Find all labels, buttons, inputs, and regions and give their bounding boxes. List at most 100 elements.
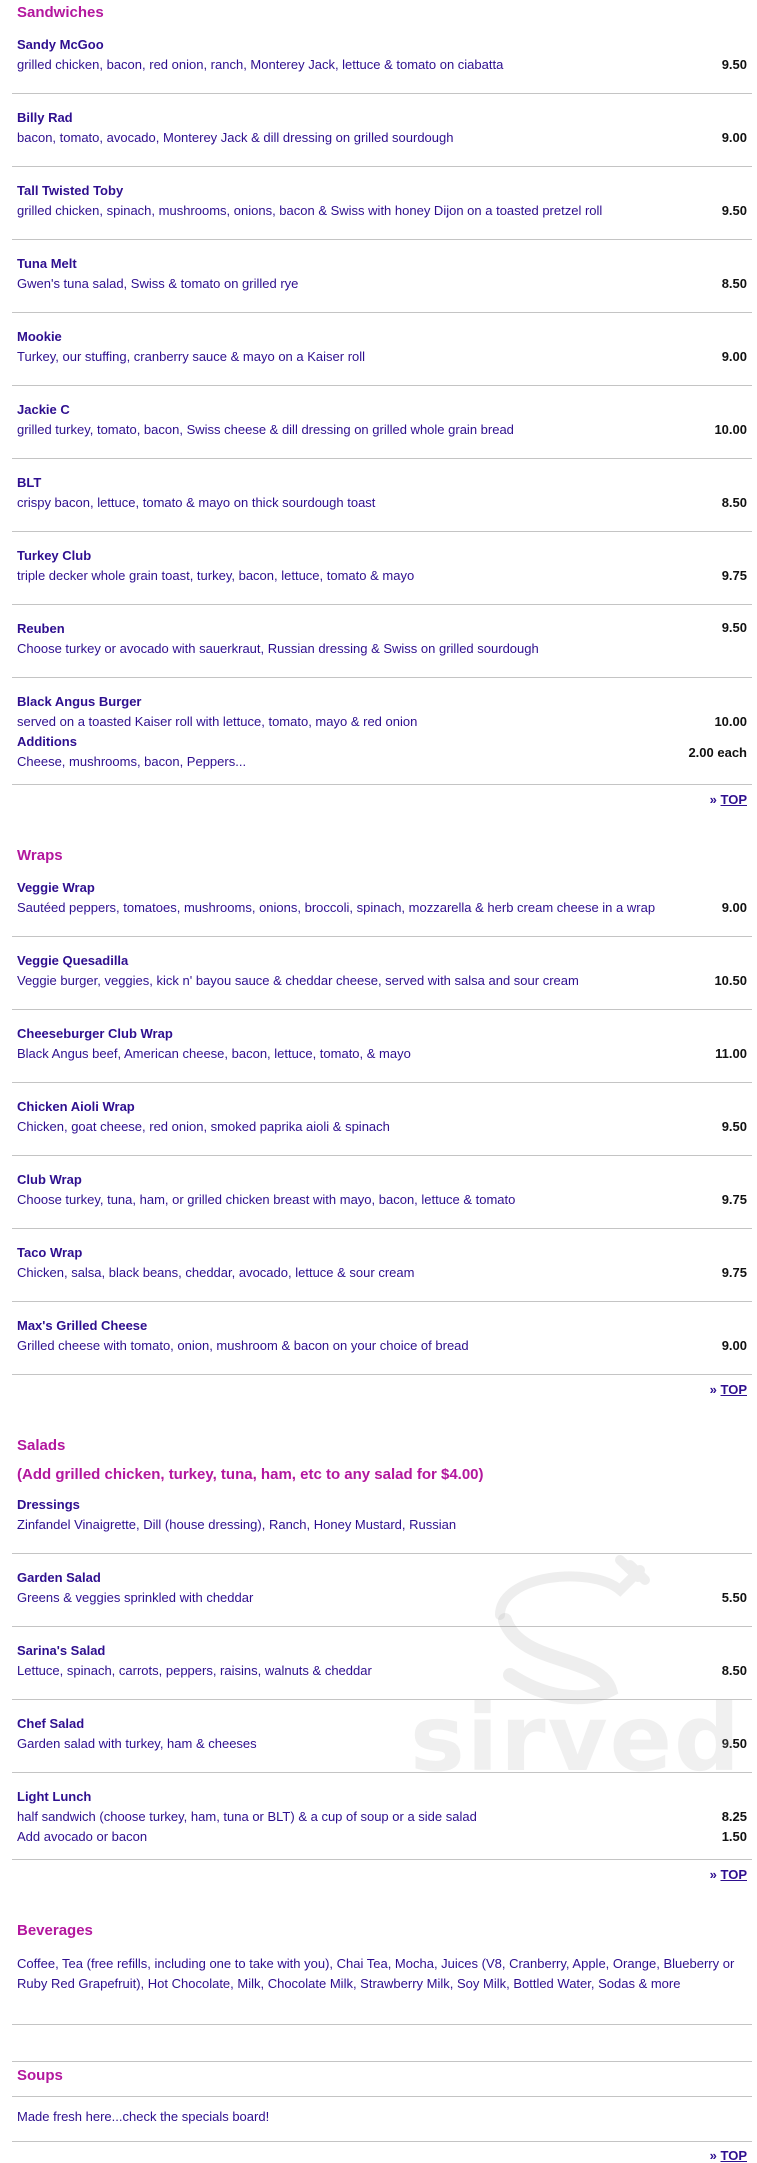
item-price: 10.50 (714, 973, 747, 988)
top-prefix: » (709, 1867, 721, 1882)
item-price: 9.75 (721, 1192, 747, 1207)
menu-item-black-angus-burger: Black Angus Burger served on a toasted K… (12, 693, 752, 785)
menu-item-mookie: Mookie Turkey, our stuffing, cranberry sa… (12, 328, 752, 386)
menu-item-jackie-c: Jackie C grilled turkey, tomato, bacon, S… (12, 401, 752, 459)
item-name: Veggie Wrap (17, 880, 95, 895)
menu-item-max-s-grilled-cheese: Max's Grilled Cheese Grilled cheese with … (12, 1317, 752, 1375)
item-price: 9.00 (721, 349, 747, 364)
menu-item-tuna-melt: Tuna Melt Gwen's tuna salad, Swiss & toma… (12, 255, 752, 313)
item-description: grilled chicken, spinach, mushrooms, oni… (17, 203, 603, 218)
item-description: Black Angus beef, American cheese, bacon… (17, 1046, 411, 1061)
item-name: Sandy McGoo (17, 37, 104, 52)
item-description: crispy bacon, lettuce, tomato & mayo on … (17, 495, 376, 510)
item-description: bacon, tomato, avocado, Monterey Jack & … (17, 130, 454, 145)
section-beverages: Beverages Coffee, Tea (free refills, inc… (12, 1918, 752, 2062)
item-description: Veggie burger, veggies, kick n' bayou sa… (17, 973, 579, 988)
item-price: 9.00 (721, 900, 747, 915)
divider (12, 2141, 752, 2142)
item-name: Turkey Club (17, 548, 92, 563)
salad-add-protein-note: (Add grilled chicken, turkey, tuna, ham,… (17, 1466, 484, 1483)
item-name: Sarina's Salad (17, 1643, 106, 1658)
soups-description: Made fresh here...check the specials boa… (17, 2109, 270, 2124)
section-title: Soups (17, 2067, 63, 2084)
back-to-top: » TOP (12, 2148, 752, 2163)
menu-item-blt: BLT crispy bacon, lettuce, tomato & mayo … (12, 474, 752, 532)
additions-description: Cheese, mushrooms, bacon, Peppers... (17, 754, 247, 769)
item-price: 9.50 (721, 620, 747, 635)
menu-item-veggie-wrap: Veggie Wrap Sautéed peppers, tomatoes, mu… (12, 879, 752, 937)
item-name: Reuben (17, 621, 65, 636)
item-price: 9.00 (721, 1338, 747, 1353)
item-description: Gwen's tuna salad, Swiss & tomato on gri… (17, 276, 299, 291)
section-salads: Salads (Add grilled chicken, turkey, tun… (12, 1433, 752, 1882)
top-link[interactable]: TOP (721, 792, 748, 807)
menu-item-cheeseburger-club-wrap: Cheeseburger Club Wrap Black Angus beef, … (12, 1025, 752, 1083)
item-description: grilled turkey, tomato, bacon, Swiss che… (17, 422, 514, 437)
item-description: half sandwich (choose turkey, ham, tuna … (17, 1809, 477, 1824)
additions-price: 2.00 each (688, 744, 747, 760)
addon-description: Add avocado or bacon (17, 1829, 148, 1844)
item-price: 10.00 (714, 714, 747, 729)
menu-item-tall-twisted-toby: Tall Twisted Toby grilled chicken, spinac… (12, 182, 752, 240)
top-link[interactable]: TOP (721, 1382, 748, 1397)
beverages-description: Coffee, Tea (free refills, including one… (17, 1956, 735, 1991)
divider (12, 2024, 752, 2025)
additions-label: Additions (17, 734, 77, 749)
dressings-info: Dressings Zinfandel Vinaigrette, Dill (h… (12, 1496, 752, 1554)
item-name: Tall Twisted Toby (17, 183, 124, 198)
item-name: Black Angus Burger (17, 694, 142, 709)
menu-item-taco-wrap: Taco Wrap Chicken, salsa, black beans, ch… (12, 1244, 752, 1302)
section-sandwiches: Sandwiches Sandy McGoo grilled chicken, b… (12, 0, 752, 807)
item-name: Dressings (17, 1497, 80, 1512)
item-price: 9.50 (721, 57, 747, 72)
item-description: Turkey, our stuffing, cranberry sauce & … (17, 349, 366, 364)
menu-item-veggie-quesadilla: Veggie Quesadilla Veggie burger, veggies,… (12, 952, 752, 1010)
section-wraps: Wraps Veggie Wrap Sautéed peppers, tomato… (12, 843, 752, 1397)
item-description: Chicken, salsa, black beans, cheddar, av… (17, 1265, 415, 1280)
section-soups: Soups Made fresh here...check the specia… (12, 2063, 752, 2163)
item-name: Chef Salad (17, 1716, 85, 1731)
menu: Sandwiches Sandy McGoo grilled chicken, b… (12, 0, 752, 2163)
item-name: Billy Rad (17, 110, 73, 125)
item-price: 8.25 (721, 1809, 747, 1824)
item-price: 9.50 (721, 1736, 747, 1751)
item-description: served on a toasted Kaiser roll with let… (17, 714, 418, 729)
sandwich-list: Sandy McGoo grilled chicken, bacon, red o… (12, 36, 752, 605)
menu-item-club-wrap: Club Wrap Choose turkey, tuna, ham, or gr… (12, 1171, 752, 1229)
item-name: BLT (17, 475, 42, 490)
divider (12, 2061, 752, 2062)
section-title: Salads (17, 1437, 66, 1454)
item-description: Choose turkey or avocado with sauerkraut… (17, 641, 539, 656)
menu-item-light-lunch: Light Lunch half sandwich (choose turkey… (12, 1788, 752, 1860)
item-name: Light Lunch (17, 1789, 92, 1804)
wrap-list: Veggie Wrap Sautéed peppers, tomatoes, mu… (12, 879, 752, 1375)
menu-item-turkey-club: Turkey Club triple decker whole grain toa… (12, 547, 752, 605)
menu-item-garden-salad: Garden Salad Greens & veggies sprinkled w… (12, 1569, 752, 1627)
item-price: 9.50 (721, 203, 747, 218)
item-price: 9.75 (721, 1265, 747, 1280)
item-name: Cheeseburger Club Wrap (17, 1026, 173, 1041)
item-description: triple decker whole grain toast, turkey,… (17, 568, 415, 583)
addon-price: 1.50 (721, 1829, 747, 1844)
back-to-top: » TOP (12, 1867, 752, 1882)
top-prefix: » (709, 792, 721, 807)
item-description: Greens & veggies sprinkled with cheddar (17, 1590, 254, 1605)
menu-item-billy-rad: Billy Rad bacon, tomato, avocado, Montere… (12, 109, 752, 167)
item-description: Choose turkey, tuna, ham, or grilled chi… (17, 1192, 516, 1207)
top-prefix: » (709, 1382, 721, 1397)
top-link[interactable]: TOP (721, 2148, 748, 2163)
item-name: Garden Salad (17, 1570, 101, 1585)
item-price: 10.00 (714, 422, 747, 437)
item-name: Taco Wrap (17, 1245, 83, 1260)
back-to-top: » TOP (12, 792, 752, 807)
menu-item-sarina-s-salad: Sarina's Salad Lettuce, spinach, carrots,… (12, 1642, 752, 1700)
item-price: 11.00 (715, 1046, 747, 1061)
menu-item-sandy-mcgoo: Sandy McGoo grilled chicken, bacon, red o… (12, 36, 752, 94)
salad-list: Garden Salad Greens & veggies sprinkled w… (12, 1569, 752, 1773)
menu-item-chicken-aioli-wrap: Chicken Aioli Wrap Chicken, goat cheese, … (12, 1098, 752, 1156)
item-price: 5.50 (721, 1590, 747, 1605)
item-name: Chicken Aioli Wrap (17, 1099, 135, 1114)
item-price: 8.50 (721, 276, 747, 291)
section-title: Sandwiches (17, 4, 104, 21)
top-link[interactable]: TOP (721, 1867, 748, 1882)
